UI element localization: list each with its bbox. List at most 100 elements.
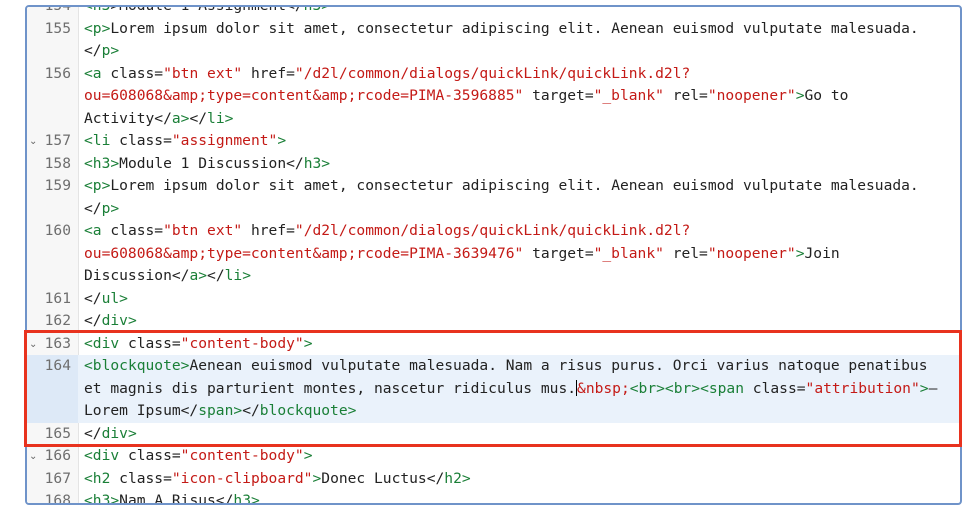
code-text[interactable]: <div class="content-body"> bbox=[78, 333, 960, 356]
syntax-tag: > bbox=[110, 199, 120, 217]
syntax-text: </ bbox=[84, 289, 102, 307]
syntax-tag: span bbox=[198, 402, 234, 419]
code-text[interactable]: </ul> bbox=[78, 288, 960, 311]
syntax-tag: > bbox=[303, 334, 313, 352]
syntax-tag: < bbox=[84, 492, 93, 505]
syntax-tag: < bbox=[84, 447, 93, 464]
code-line[interactable]: 165 </div> bbox=[27, 423, 960, 446]
code-editor[interactable]: 154 <h3>Module 1 Assignment</h3> 155 <p>Lor… bbox=[25, 5, 962, 505]
syntax-tag: < bbox=[629, 379, 639, 397]
syntax-tag: span bbox=[708, 379, 745, 397]
syntax-tag: < bbox=[84, 19, 93, 37]
code-line[interactable]: 160 <a class="btn ext" href="/d2l/common/… bbox=[27, 220, 960, 288]
syntax-tag: blockquote bbox=[259, 402, 348, 419]
syntax-tag: > bbox=[110, 492, 120, 505]
code-line[interactable]: ⌄ 163 <div class="content-body"> bbox=[27, 333, 960, 356]
syntax-tag: > bbox=[127, 424, 137, 442]
code-text[interactable]: <h3>Module 1 Assignment</h3> bbox=[78, 5, 960, 18]
code-text[interactable]: <h2 class="icon-clipboard">Donec Luctus<… bbox=[78, 468, 960, 491]
code-text[interactable]: </div> bbox=[78, 423, 960, 446]
syntax-tag: > bbox=[127, 312, 137, 329]
syntax-tag: h2 bbox=[92, 469, 111, 487]
syntax-tag: > bbox=[303, 447, 313, 464]
syntax-text: target= bbox=[523, 244, 594, 262]
syntax-tag: > bbox=[277, 132, 287, 149]
line-number: 161 bbox=[27, 288, 78, 311]
syntax-tag: > bbox=[110, 154, 120, 172]
code-line[interactable]: ⌄ 157 <li class="assignment"> bbox=[27, 130, 960, 153]
line-number: 159 bbox=[27, 175, 78, 220]
syntax-string: "btn ext" bbox=[163, 222, 243, 239]
code-text[interactable]: <h3>Module 1 Discussion</h3> bbox=[78, 153, 960, 176]
syntax-entity: &nbsp; bbox=[577, 379, 630, 397]
syntax-tag: > bbox=[795, 87, 805, 104]
code-text[interactable]: <li class="assignment"> bbox=[78, 130, 960, 153]
syntax-tag: > bbox=[198, 267, 208, 284]
syntax-tag: > bbox=[250, 492, 260, 505]
line-number-text: 163 bbox=[44, 334, 71, 352]
syntax-tag: >< bbox=[656, 379, 674, 397]
line-number-text: 166 bbox=[44, 447, 71, 464]
code-text[interactable]: <p >Lorem ipsum dolor sit amet, consectet… bbox=[78, 175, 960, 220]
syntax-string: "icon-clipboard" bbox=[171, 469, 313, 487]
line-number-text: 160 bbox=[44, 222, 71, 239]
syntax-tag: < bbox=[84, 132, 93, 149]
syntax-tag: > bbox=[242, 267, 251, 284]
syntax-text: </ bbox=[189, 109, 208, 127]
syntax-tag: ul bbox=[101, 289, 120, 307]
code-line[interactable]: 159 <p >Lorem ipsum dolor sit amet, consec… bbox=[27, 175, 960, 220]
code-text[interactable]: <div class="content-body"> bbox=[78, 445, 960, 468]
code-line[interactable]: 154 <h3>Module 1 Assignment</h3> bbox=[27, 5, 960, 18]
code-line[interactable]: ⌄ 166 <div class="content-body"> bbox=[27, 445, 960, 468]
syntax-text: class= bbox=[110, 469, 172, 487]
code-line[interactable]: 155 <p >Lorem ipsum dolor sit amet, consec… bbox=[27, 18, 960, 63]
syntax-tag: p bbox=[92, 19, 102, 37]
syntax-string: "attribution" bbox=[805, 379, 920, 397]
line-number-text: 157 bbox=[44, 132, 71, 149]
syntax-tag: > bbox=[461, 469, 471, 487]
code-text[interactable]: <p >Lorem ipsum dolor sit amet, consectet… bbox=[78, 18, 960, 63]
code-text[interactable]: <a class="btn ext" href="/d2l/common/dia… bbox=[78, 63, 960, 131]
syntax-text: </ bbox=[207, 267, 225, 284]
code-line[interactable]: 168 <h3>Nam A Risus</h3> bbox=[27, 490, 960, 505]
syntax-tag: < bbox=[84, 64, 93, 82]
syntax-text: href= bbox=[242, 222, 295, 239]
code-line[interactable]: 167 <h2 class="icon-clipboard">Donec Luct… bbox=[27, 468, 960, 491]
syntax-string: "btn ext" bbox=[163, 64, 243, 82]
syntax-string: "content-body" bbox=[180, 334, 304, 352]
line-number: 165 bbox=[27, 423, 78, 446]
chevron-down-icon[interactable]: ⌄ bbox=[29, 131, 37, 154]
code-line[interactable]: 158 <h3>Module 1 Discussion</h3> bbox=[27, 153, 960, 176]
syntax-text: class= bbox=[110, 132, 172, 149]
line-number-text: 168 bbox=[44, 492, 71, 505]
code-line[interactable]: 161 </ul> bbox=[27, 288, 960, 311]
code-line[interactable]: 156 <a class="btn ext" href="/d2l/common/… bbox=[27, 63, 960, 131]
syntax-tag: li bbox=[207, 109, 225, 127]
syntax-tag: div bbox=[92, 334, 120, 352]
syntax-tag: < bbox=[84, 177, 93, 194]
code-line[interactable]: 162 </div> bbox=[27, 310, 960, 333]
chevron-down-icon[interactable]: ⌄ bbox=[29, 334, 37, 357]
code-text[interactable]: <blockquote>Aenean euismod vulputate mal… bbox=[78, 355, 960, 423]
code-text[interactable]: <a class="btn ext" href="/d2l/common/dia… bbox=[78, 220, 960, 288]
syntax-text: rel= bbox=[663, 244, 708, 262]
syntax-string: "noopener" bbox=[707, 87, 796, 104]
syntax-tag: > bbox=[347, 402, 357, 419]
line-number: ⌄ 166 bbox=[27, 445, 78, 468]
syntax-tag: > bbox=[119, 289, 128, 307]
code-line[interactable]: 164 <blockquote>Aenean euismod vulputate … bbox=[27, 355, 960, 423]
code-text[interactable]: <h3>Nam A Risus</h3> bbox=[78, 490, 960, 505]
chevron-down-icon[interactable]: ⌄ bbox=[29, 446, 37, 469]
code-text[interactable]: </div> bbox=[78, 310, 960, 333]
syntax-text: class= bbox=[744, 379, 806, 397]
syntax-text: </ bbox=[84, 424, 102, 442]
syntax-tag: div bbox=[101, 312, 128, 329]
syntax-tag: >< bbox=[691, 379, 709, 397]
syntax-tag: > bbox=[321, 5, 331, 14]
line-number: ⌄ 157 bbox=[27, 130, 78, 153]
line-number: 158 bbox=[27, 153, 78, 176]
syntax-text: Lorem ipsum dolor sit amet, consectetur … bbox=[84, 177, 919, 217]
line-number: 162 bbox=[27, 310, 78, 333]
line-number-text: 167 bbox=[44, 469, 71, 487]
syntax-tag: h3 bbox=[92, 154, 111, 172]
